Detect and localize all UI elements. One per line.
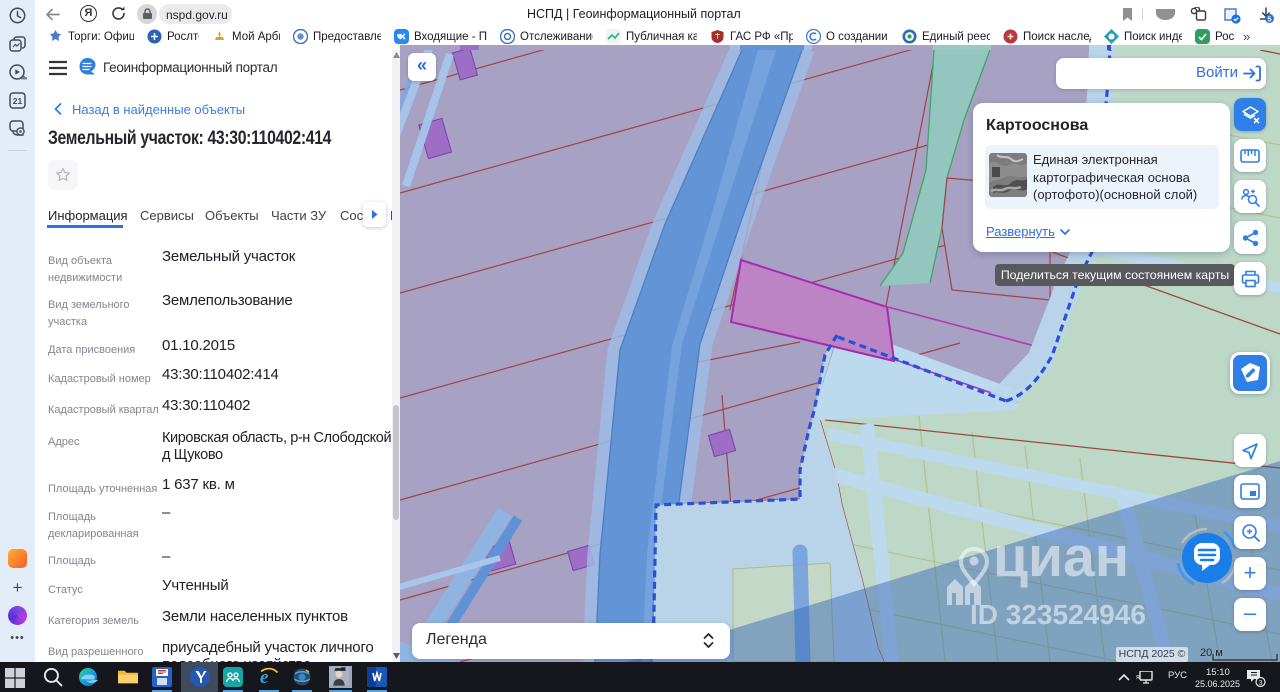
svg-text:я: я — [1136, 674, 1140, 681]
svg-text:5: 5 — [1267, 15, 1271, 23]
svg-text:3: 3 — [1258, 678, 1262, 687]
svg-text:21: 21 — [13, 96, 23, 106]
